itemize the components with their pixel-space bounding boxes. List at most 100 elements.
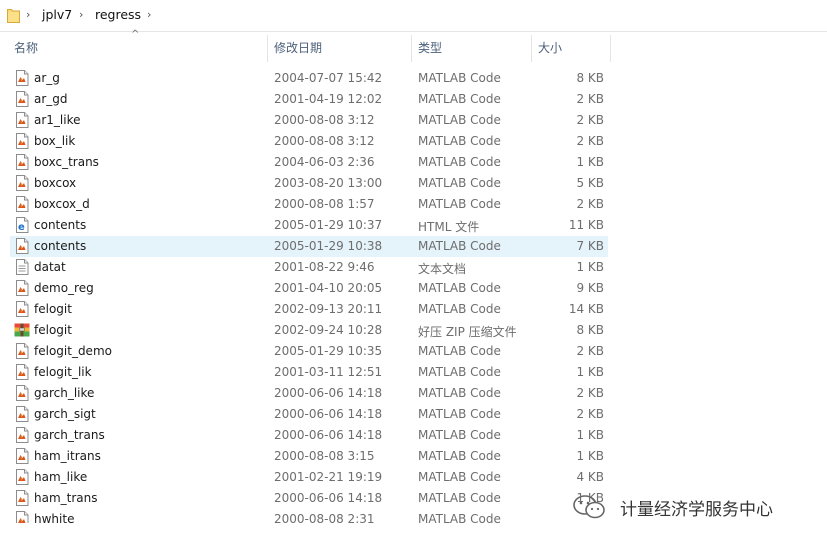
matlab-file-icon (16, 301, 29, 317)
file-name: garch_trans (34, 428, 105, 442)
file-row[interactable]: boxc_trans 2004-06-03 2:36 MATLAB Code 1 KB (10, 152, 608, 173)
column-name-header[interactable]: 名称 (14, 35, 266, 62)
file-type: MATLAB Code (418, 155, 501, 169)
file-date-modified: 2003-08-20 13:00 (274, 176, 383, 190)
file-date-modified: 2002-09-24 10:28 (274, 323, 383, 337)
file-size: 2 KB (576, 407, 604, 421)
column-type-header[interactable]: 类型 (418, 35, 528, 62)
file-date-modified: 2000-08-08 3:12 (274, 113, 375, 127)
file-row[interactable]: garch_sigt 2000-06-06 14:18 MATLAB Code 2 K… (10, 404, 608, 425)
file-type: MATLAB Code (418, 449, 501, 463)
matlab-file-icon (16, 427, 29, 443)
file-date-modified: 2001-04-10 20:05 (274, 281, 383, 295)
file-type: MATLAB Code (418, 134, 501, 148)
file-type: MATLAB Code (418, 407, 501, 421)
breadcrumb-item-regress[interactable]: regress (95, 7, 141, 22)
file-row[interactable]: felogit 2002-09-24 10:28 好压 ZIP 压缩文件 8 KB (10, 320, 608, 341)
file-size: 2 KB (576, 134, 604, 148)
file-size: 2 KB (576, 113, 604, 127)
file-type: 文本文档 (418, 262, 467, 276)
file-type: MATLAB Code (418, 344, 501, 358)
matlab-file-icon (16, 91, 29, 107)
file-row[interactable]: felogit_demo 2005-01-29 10:35 MATLAB Code 2… (10, 341, 608, 362)
file-type: MATLAB Code (418, 71, 501, 85)
file-row[interactable]: hwhite 2000-08-08 2:31 MATLAB Code (10, 509, 608, 523)
file-row[interactable]: contents 2005-01-29 10:38 MATLAB Code 7 KB (10, 236, 608, 257)
file-size: 1 KB (576, 260, 604, 274)
file-list: ar_g 2004-07-07 15:42 MATLAB Code 8 KB ar_gd… (0, 68, 612, 523)
file-row[interactable]: e contents 2005-01-29 10:37 HTML 文件 11 KB (10, 215, 608, 236)
file-name: ar_gd (34, 92, 68, 106)
column-divider[interactable] (531, 35, 532, 62)
file-date-modified: 2005-01-29 10:35 (274, 344, 383, 358)
file-row[interactable]: boxcox 2003-08-20 13:00 MATLAB Code 5 KB (10, 173, 608, 194)
breadcrumb-dropdown-icon[interactable]: › (147, 8, 151, 21)
file-row[interactable]: garch_like 2000-06-06 14:18 MATLAB Code 2 K… (10, 383, 608, 404)
file-size: 2 KB (576, 197, 604, 211)
matlab-file-icon (16, 385, 29, 401)
matlab-file-icon (16, 343, 29, 359)
file-type: HTML 文件 (418, 220, 480, 234)
breadcrumb-item-jplv7[interactable]: jplv7 (42, 7, 72, 22)
file-name: garch_like (34, 386, 95, 400)
breadcrumb-separator-icon[interactable]: › (79, 8, 83, 21)
file-row[interactable]: ar_g 2004-07-07 15:42 MATLAB Code 8 KB (10, 68, 608, 89)
file-name: ham_itrans (34, 449, 101, 463)
matlab-file-icon (16, 406, 29, 422)
file-type: MATLAB Code (418, 365, 501, 379)
file-type: MATLAB Code (418, 197, 501, 211)
file-name: demo_reg (34, 281, 94, 295)
address-bar[interactable]: › jplv7 › regress › (0, 0, 827, 32)
file-size: 8 KB (576, 71, 604, 85)
file-date-modified: 2004-06-03 2:36 (274, 155, 375, 169)
file-date-modified: 2000-06-06 14:18 (274, 386, 383, 400)
file-size: 1 KB (576, 365, 604, 379)
file-name: ham_trans (34, 491, 98, 505)
file-type: MATLAB Code (418, 470, 501, 484)
column-divider[interactable] (411, 35, 412, 62)
column-date-header[interactable]: 修改日期 (274, 35, 409, 62)
file-name: felogit (34, 302, 72, 316)
file-row[interactable]: felogit_lik 2001-03-11 12:51 MATLAB Code 1 … (10, 362, 608, 383)
file-type: 好压 ZIP 压缩文件 (418, 325, 517, 339)
file-size: 2 KB (576, 92, 604, 106)
file-date-modified: 2001-02-21 19:19 (274, 470, 383, 484)
file-row[interactable]: box_lik 2000-08-08 3:12 MATLAB Code 2 KB (10, 131, 608, 152)
file-name: ar1_like (34, 113, 81, 127)
file-name: ham_like (34, 470, 88, 484)
file-row[interactable]: ham_trans 2000-06-06 14:18 MATLAB Code 1 KB (10, 488, 608, 509)
matlab-file-icon (16, 511, 29, 523)
file-size: 7 KB (576, 239, 604, 253)
file-size: 2 KB (576, 344, 604, 358)
file-name: box_lik (34, 134, 76, 148)
breadcrumb-separator-icon[interactable]: › (26, 8, 30, 21)
file-row[interactable]: datat 2001-08-22 9:46 文本文档 1 KB (10, 257, 608, 278)
file-row[interactable]: ham_itrans 2000-08-08 3:15 MATLAB Code 1 KB (10, 446, 608, 467)
column-divider[interactable] (267, 35, 268, 62)
file-size: 5 KB (576, 176, 604, 190)
file-date-modified: 2000-08-08 3:12 (274, 134, 375, 148)
column-size-header[interactable]: 大小 (538, 35, 608, 62)
file-row[interactable]: ar_gd 2001-04-19 12:02 MATLAB Code 2 KB (10, 89, 608, 110)
file-row[interactable]: felogit 2002-09-13 20:11 MATLAB Code 14 KB (10, 299, 608, 320)
file-size: 8 KB (576, 323, 604, 337)
watermark-text: 计量经济学服务中心 (620, 500, 773, 520)
file-date-modified: 2005-01-29 10:37 (274, 218, 383, 232)
html-file-icon: e (16, 217, 29, 233)
matlab-file-icon (16, 112, 29, 128)
file-row[interactable]: ham_like 2001-02-21 19:19 MATLAB Code 4 KB (10, 467, 608, 488)
file-name: felogit_demo (34, 344, 112, 358)
file-row[interactable]: garch_trans 2000-06-06 14:18 MATLAB Code 1 … (10, 425, 608, 446)
file-name: felogit (34, 323, 72, 337)
column-header: 名称 修改日期 类型 大小 (0, 35, 612, 62)
file-type: MATLAB Code (418, 176, 501, 190)
file-row[interactable]: boxcox_d 2000-08-08 1:57 MATLAB Code 2 KB (10, 194, 608, 215)
file-row[interactable]: ar1_like 2000-08-08 3:12 MATLAB Code 2 KB (10, 110, 608, 131)
file-name: boxcox_d (34, 197, 90, 211)
matlab-file-icon (16, 448, 29, 464)
file-date-modified: 2004-07-07 15:42 (274, 71, 383, 85)
column-divider[interactable] (610, 35, 611, 62)
file-date-modified: 2001-03-11 12:51 (274, 365, 383, 379)
file-type: MATLAB Code (418, 386, 501, 400)
file-row[interactable]: demo_reg 2001-04-10 20:05 MATLAB Code 9 KB (10, 278, 608, 299)
